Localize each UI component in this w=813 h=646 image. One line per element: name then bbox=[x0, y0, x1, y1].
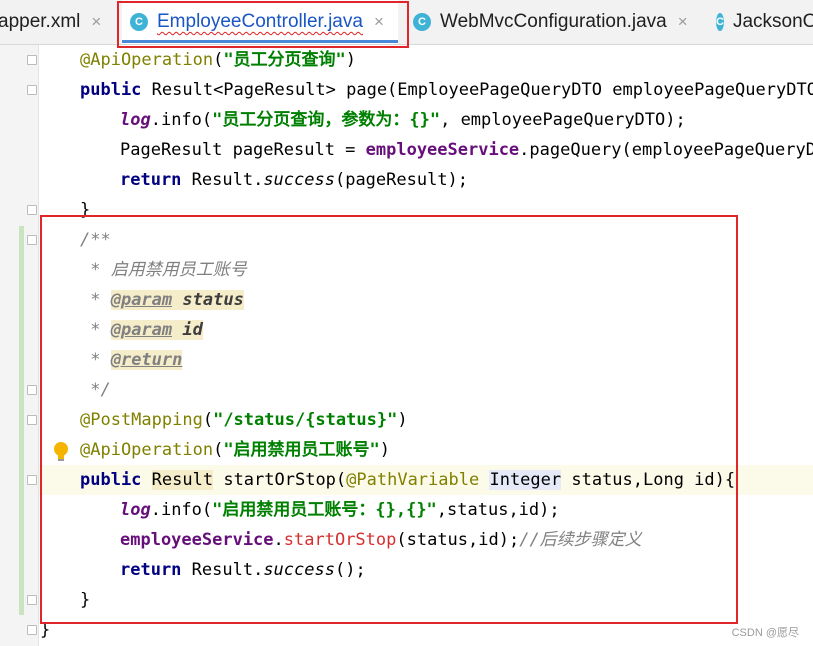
fold-marker-icon[interactable] bbox=[27, 385, 37, 395]
fold-marker-icon[interactable] bbox=[27, 475, 37, 485]
code-line: PageResult pageResult = employeeService.… bbox=[120, 140, 813, 160]
tab-label: JacksonO bbox=[732, 11, 813, 32]
close-icon[interactable]: × bbox=[374, 12, 384, 32]
code-line: log.info("启用禁用员工账号：{},{}",status,id); bbox=[120, 500, 560, 520]
code-line: * @return bbox=[80, 350, 183, 370]
code-line: log.info("员工分页查询，参数为：{}", employeePageQu… bbox=[120, 110, 686, 130]
code-line: } bbox=[80, 590, 91, 610]
close-icon[interactable]: × bbox=[91, 12, 101, 32]
close-icon[interactable]: × bbox=[678, 12, 688, 32]
tab-jackson[interactable]: C JacksonO bbox=[716, 0, 813, 44]
fold-marker-icon[interactable] bbox=[27, 205, 37, 215]
code-line: /** bbox=[80, 230, 111, 250]
fold-marker-icon[interactable] bbox=[27, 235, 37, 245]
code-line: employeeService.startOrStop(status,id);/… bbox=[120, 530, 642, 550]
java-class-icon: C bbox=[716, 13, 724, 31]
java-class-icon: C bbox=[130, 13, 148, 31]
code-line: * @param id bbox=[80, 320, 203, 340]
editor-tab-bar: apper.xml × C EmployeeController.java × … bbox=[0, 0, 813, 45]
watermark: CSDN @愿尽 bbox=[731, 627, 799, 639]
code-line: */ bbox=[80, 380, 111, 400]
code-line: @PostMapping("/status/{status}") bbox=[80, 410, 408, 430]
code-line: @ApiOperation("启用禁用员工账号") bbox=[80, 440, 391, 460]
fold-marker-icon[interactable] bbox=[27, 595, 37, 605]
code-line: public Result<PageResult> page(EmployeeP… bbox=[80, 80, 813, 100]
code-line: return Result.success(pageResult); bbox=[120, 170, 469, 190]
code-line: return Result.success(); bbox=[120, 560, 366, 580]
code-line: } bbox=[80, 200, 91, 220]
tab-label: apper.xml bbox=[0, 11, 81, 32]
tab-mapper-xml[interactable]: apper.xml × bbox=[0, 0, 116, 44]
vcs-change-marker bbox=[19, 226, 24, 615]
code-line: * @param status bbox=[80, 290, 244, 310]
code-line: public Result startOrStop(@PathVariable … bbox=[80, 470, 736, 490]
tab-employee-controller[interactable]: C EmployeeController.java × bbox=[122, 0, 398, 44]
active-tab-indicator bbox=[122, 40, 398, 43]
fold-marker-icon[interactable] bbox=[27, 55, 37, 65]
tab-label: WebMvcConfiguration.java bbox=[440, 11, 667, 32]
lightbulb-icon[interactable] bbox=[51, 440, 71, 464]
code-line: * 启用禁用员工账号 bbox=[80, 260, 247, 280]
java-class-icon: C bbox=[413, 13, 431, 31]
fold-marker-icon[interactable] bbox=[27, 85, 37, 95]
code-line: } bbox=[40, 620, 51, 640]
code-line: @ApiOperation("员工分页查询") bbox=[80, 50, 357, 70]
fold-marker-icon[interactable] bbox=[27, 625, 37, 635]
gutter-divider bbox=[38, 45, 39, 646]
tab-label: EmployeeController.java bbox=[157, 11, 363, 32]
tab-webmvc-configuration[interactable]: C WebMvcConfiguration.java × bbox=[413, 0, 703, 44]
fold-marker-icon[interactable] bbox=[27, 415, 37, 425]
